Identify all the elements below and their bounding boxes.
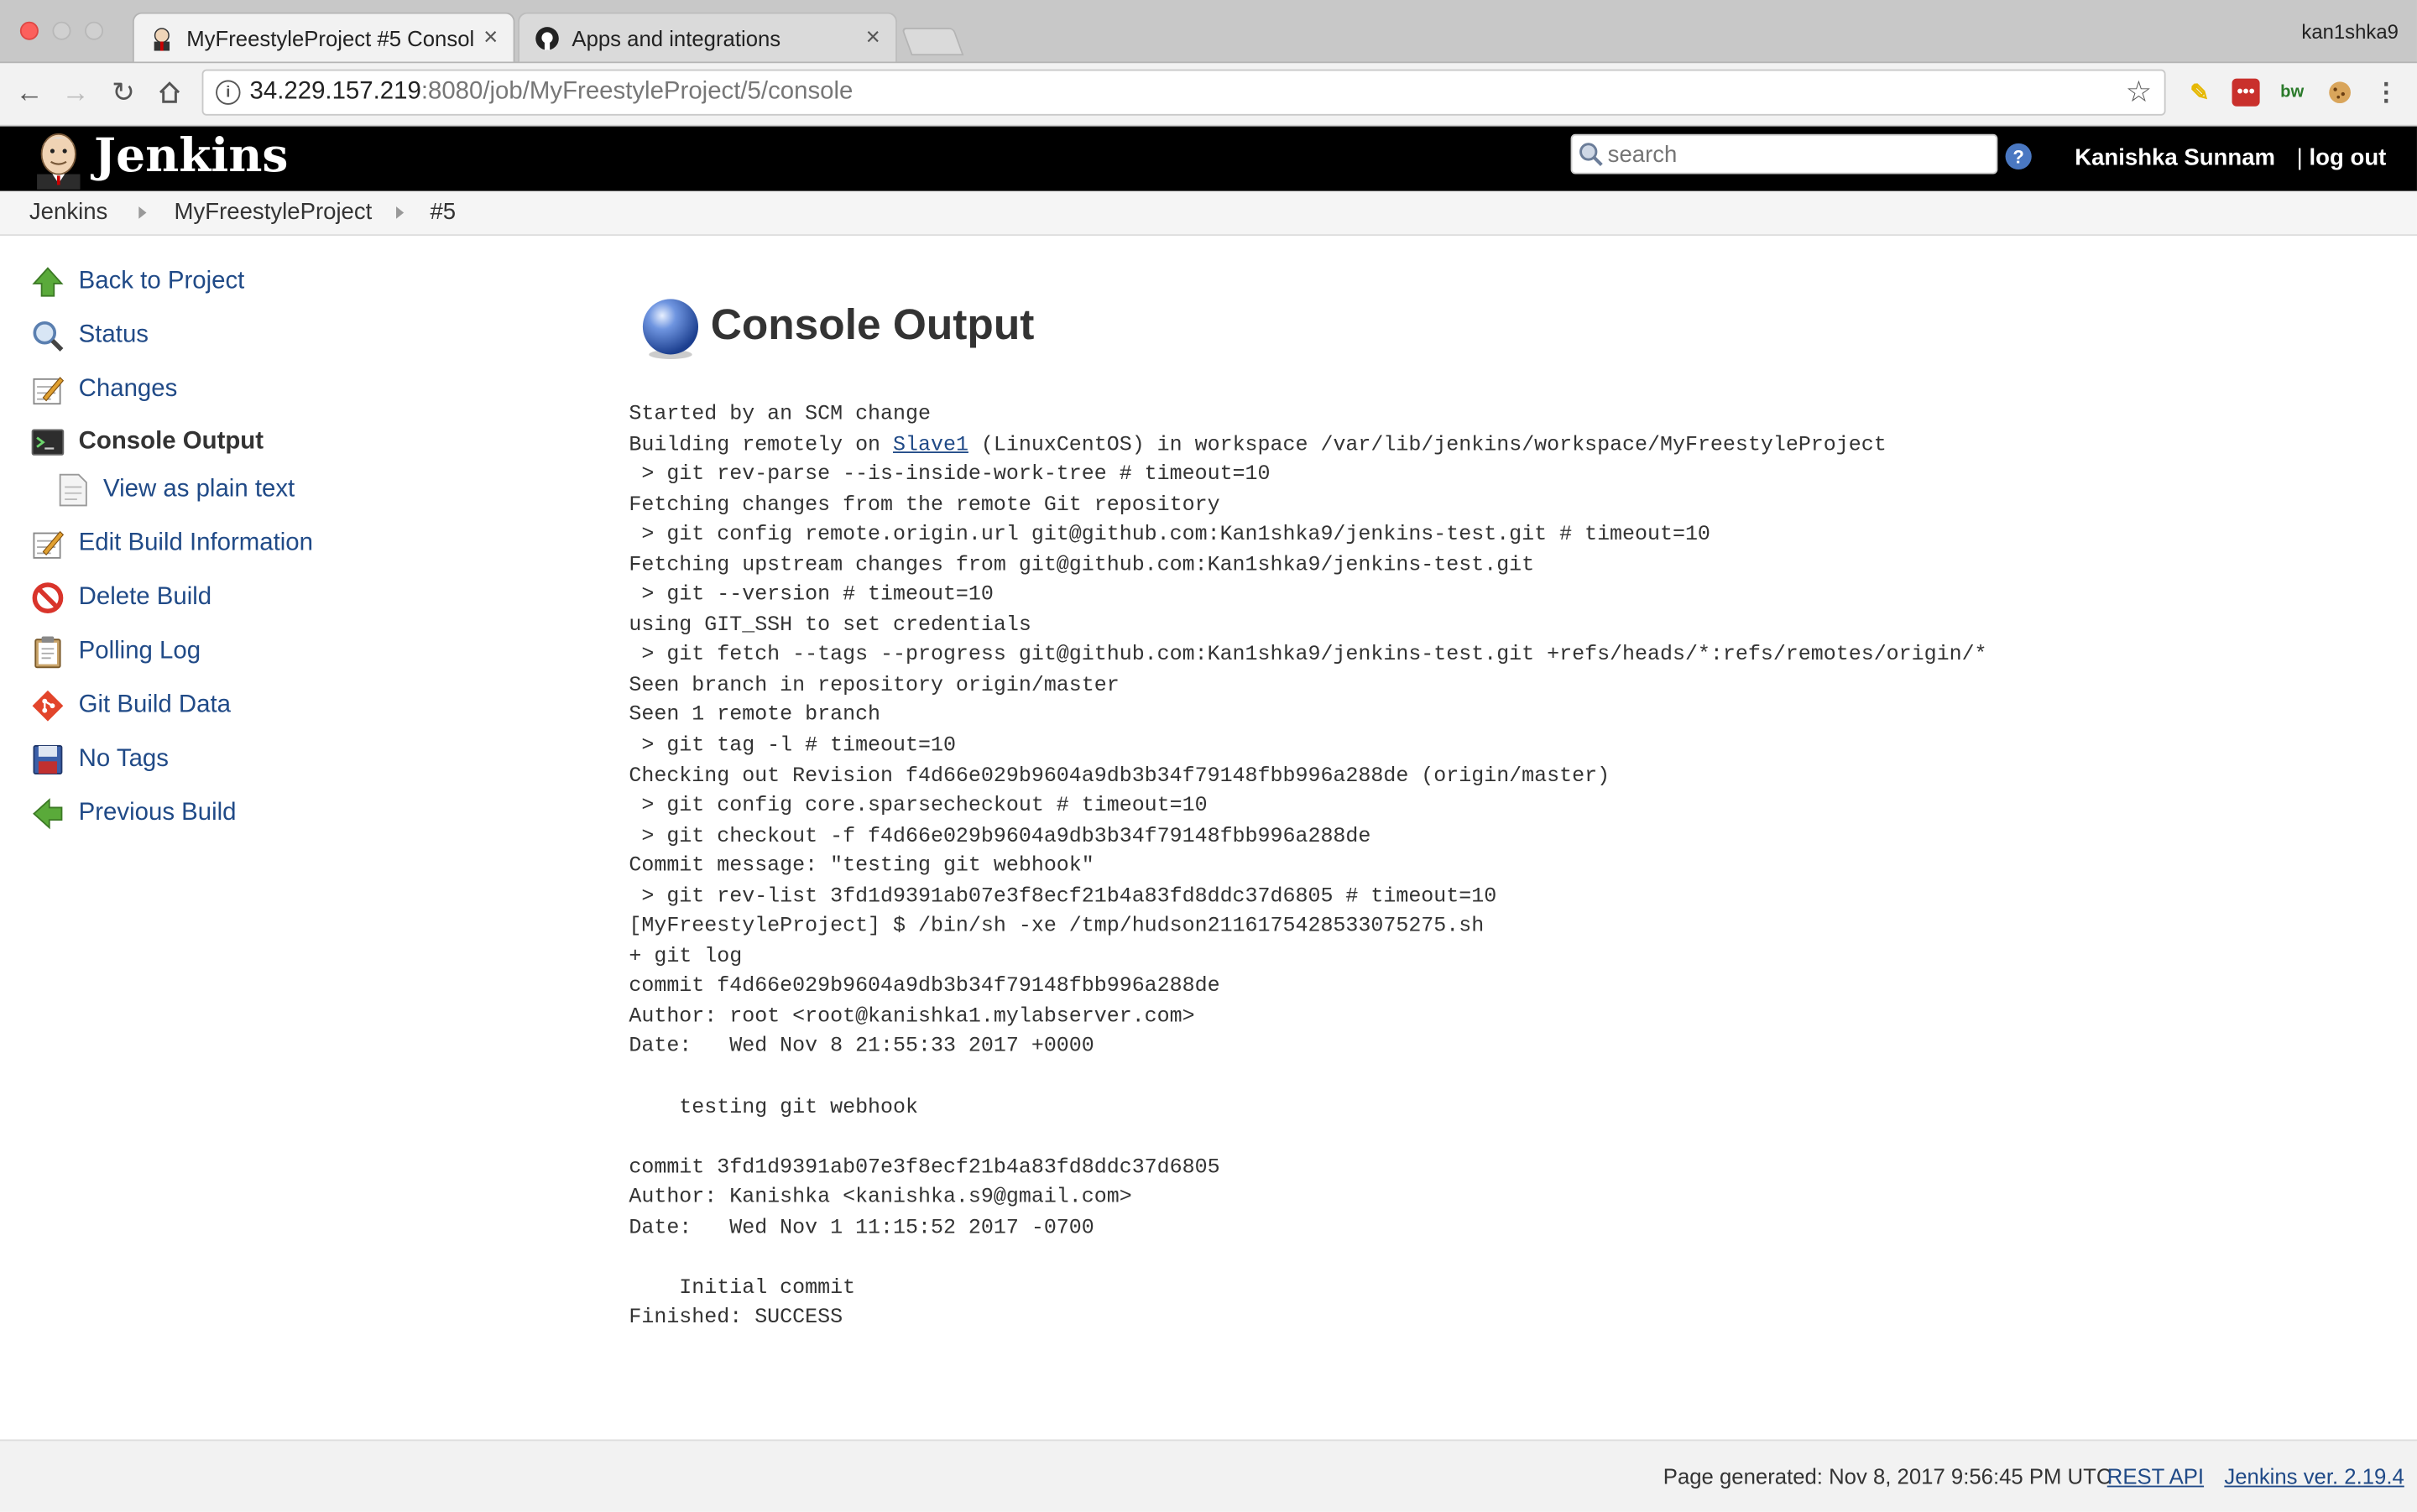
task-polling-log[interactable]: Polling Log xyxy=(31,633,201,670)
jenkins-header: Jenkins ? Kanishka Sunnam | log out xyxy=(0,126,2417,191)
task-back-to-project[interactable]: Back to Project xyxy=(31,263,245,300)
task-label: Polling Log xyxy=(78,638,201,665)
task-label: Previous Build xyxy=(78,800,237,826)
browser-tab-github[interactable]: Apps and integrations × xyxy=(518,12,897,62)
terminal-icon xyxy=(31,429,65,456)
bookmark-star-icon[interactable]: ☆ xyxy=(2126,76,2152,111)
logout-label: log out xyxy=(2309,144,2387,171)
jenkins-brand-title[interactable]: Jenkins xyxy=(94,129,288,183)
maximize-window-button[interactable] xyxy=(85,21,104,40)
browser-tab-console[interactable]: MyFreestyleProject #5 Console × xyxy=(132,12,515,62)
task-label: Delete Build xyxy=(78,584,212,611)
github-favicon-icon xyxy=(535,26,559,50)
task-changes[interactable]: Changes xyxy=(31,372,178,409)
notes-extension-icon[interactable]: ✎ xyxy=(2185,79,2213,107)
back-arrow-icon[interactable]: ← xyxy=(13,76,46,109)
search-icon xyxy=(1579,143,1603,166)
task-label: No Tags xyxy=(78,745,169,773)
slave-node-link[interactable]: Slave1 xyxy=(893,434,968,457)
git-icon xyxy=(32,690,64,722)
page-footer: Page generated: Nov 8, 2017 9:56:45 PM U… xyxy=(0,1439,2417,1512)
page-generated-timestamp: Page generated: Nov 8, 2017 9:56:45 PM U… xyxy=(1663,1463,2112,1489)
notepad-icon xyxy=(33,377,65,405)
notepad-icon xyxy=(33,530,65,559)
user-name-link[interactable]: Kanishka Sunnam xyxy=(2075,145,2275,171)
build-status-ball-icon xyxy=(642,299,699,359)
magnifier-icon xyxy=(33,321,64,352)
browser-toolbar: ← → ↻ i 34.229.157.219:8080/job/MyFreest… xyxy=(0,63,2417,127)
browser-tab-bar: MyFreestyleProject #5 Console × Apps and… xyxy=(0,0,2417,64)
breadcrumb-separator-icon[interactable] xyxy=(138,206,147,219)
close-tab-icon[interactable]: × xyxy=(866,23,880,51)
profile-name[interactable]: kan1shka9 xyxy=(2301,20,2399,44)
task-console-output[interactable]: Console Output xyxy=(31,424,264,461)
lastpass-extension-icon[interactable]: ••• xyxy=(2232,78,2260,107)
breadcrumb-jenkins[interactable]: Jenkins xyxy=(29,199,107,225)
bw-extension-icon[interactable]: bw xyxy=(2279,79,2306,107)
site-info-icon[interactable]: i xyxy=(216,80,241,105)
logout-link[interactable]: | log out xyxy=(2297,145,2387,171)
browser-menu-icon[interactable]: ⋮ xyxy=(2373,79,2400,107)
no-entry-icon xyxy=(32,582,64,614)
reload-icon[interactable]: ↻ xyxy=(107,76,140,109)
task-status[interactable]: Status xyxy=(31,317,149,354)
breadcrumb-build[interactable]: #5 xyxy=(430,199,456,225)
task-edit-build-information[interactable]: Edit Build Information xyxy=(31,525,313,562)
task-label: Edit Build Information xyxy=(78,529,313,557)
task-label: Back to Project xyxy=(78,268,245,295)
tab-title: Apps and integrations xyxy=(572,25,781,50)
search-box[interactable] xyxy=(1570,133,1998,175)
address-bar[interactable]: i 34.229.157.219:8080/job/MyFreestylePro… xyxy=(201,69,2166,116)
task-label: View as plain text xyxy=(103,476,295,503)
up-arrow-icon xyxy=(32,267,64,297)
tab-title: MyFreestyleProject #5 Console xyxy=(186,25,475,50)
logout-separator: | xyxy=(2296,144,2303,171)
home-icon[interactable] xyxy=(153,76,186,109)
clipboard-icon xyxy=(34,636,61,669)
document-icon xyxy=(59,473,87,507)
forward-arrow-icon[interactable]: → xyxy=(59,76,92,109)
task-previous-build[interactable]: Previous Build xyxy=(31,795,237,832)
rest-api-link[interactable]: REST API xyxy=(2107,1464,2204,1489)
jenkins-version-link[interactable]: Jenkins ver. 2.19.4 xyxy=(2224,1464,2404,1489)
new-tab-button[interactable] xyxy=(901,28,964,56)
breadcrumb-separator-icon[interactable] xyxy=(396,206,405,219)
floppy-icon xyxy=(33,745,63,774)
task-label: Changes xyxy=(78,376,178,403)
jenkins-favicon-icon xyxy=(154,27,170,50)
task-git-build-data[interactable]: Git Build Data xyxy=(31,687,231,724)
breadcrumb: Jenkins MyFreestyleProject #5 xyxy=(0,190,2417,237)
task-label: Status xyxy=(78,321,149,349)
console-output-log: Started by an SCM change Building remote… xyxy=(629,404,1987,1331)
jenkins-butler-logo-icon[interactable] xyxy=(31,128,86,190)
cookie-extension-icon[interactable] xyxy=(2326,79,2354,107)
help-icon[interactable]: ? xyxy=(2005,143,2032,170)
breadcrumb-project[interactable]: MyFreestyleProject xyxy=(175,199,373,225)
page-title: Console Output xyxy=(710,300,1035,349)
task-label: Console Output xyxy=(78,428,264,455)
close-window-button[interactable] xyxy=(19,21,39,40)
url-text: 34.229.157.219:8080/job/MyFreestyleProje… xyxy=(249,78,854,105)
left-arrow-icon xyxy=(33,798,63,830)
close-tab-icon[interactable]: × xyxy=(483,23,498,51)
task-view-plain-text[interactable]: View as plain text xyxy=(55,472,295,508)
minimize-window-button[interactable] xyxy=(52,21,71,40)
task-label: Git Build Data xyxy=(78,691,231,718)
task-delete-build[interactable]: Delete Build xyxy=(31,580,211,617)
task-no-tags[interactable]: No Tags xyxy=(31,741,169,778)
search-input[interactable] xyxy=(1607,141,1978,168)
